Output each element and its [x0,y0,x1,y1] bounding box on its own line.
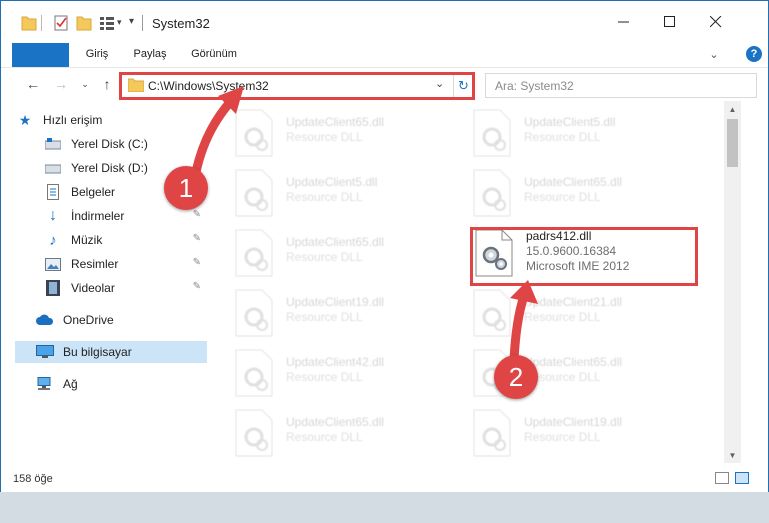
step-1-callout: 1 [164,166,208,210]
step-2-callout: 2 [494,355,538,399]
arrow-1 [191,95,237,177]
annotation-arrows [191,86,538,365]
arrow-2 [509,291,529,365]
arrowhead-2 [510,280,538,304]
